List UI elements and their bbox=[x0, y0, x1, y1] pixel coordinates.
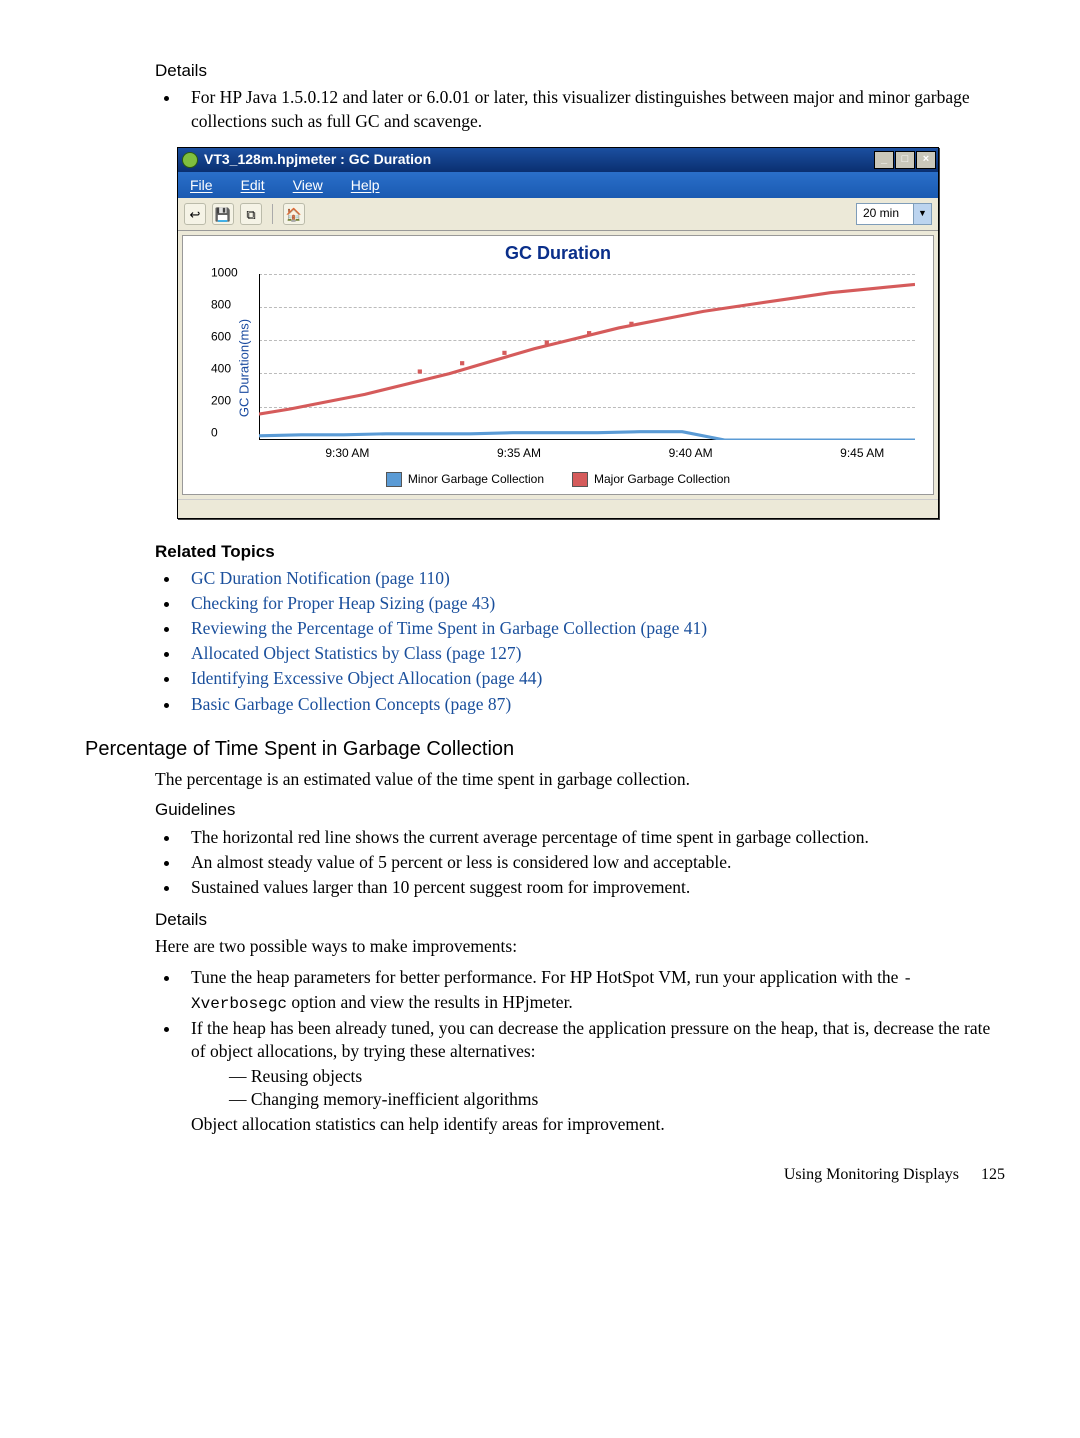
y-tick: 1000 bbox=[211, 265, 238, 281]
minor-gc-series bbox=[259, 432, 915, 440]
y-tick: 800 bbox=[211, 297, 231, 313]
chart-svg bbox=[259, 274, 915, 440]
x-tick: 9:30 AM bbox=[325, 446, 369, 462]
guideline-item: An almost steady value of 5 percent or l… bbox=[181, 851, 1005, 874]
time-range-value: 20 min bbox=[857, 204, 913, 224]
page-number: 125 bbox=[981, 1166, 1005, 1183]
guideline-item: The horizontal red line shows the curren… bbox=[181, 826, 1005, 849]
details-closing: Object allocation statistics can help id… bbox=[191, 1114, 665, 1134]
legend-minor: Minor Garbage Collection bbox=[386, 472, 544, 488]
window-title: VT3_128m.hpjmeter : GC Duration bbox=[204, 150, 431, 168]
related-link[interactable]: Checking for Proper Heap Sizing (page 43… bbox=[191, 593, 495, 613]
maximize-button[interactable]: □ bbox=[895, 151, 915, 169]
x-tick: 9:40 AM bbox=[669, 446, 713, 462]
chart-title: GC Duration bbox=[191, 242, 925, 266]
y-tick: 200 bbox=[211, 393, 231, 409]
x-tick: 9:35 AM bbox=[497, 446, 541, 462]
save-icon[interactable]: 💾 bbox=[212, 203, 234, 225]
details-item: If the heap has been already tuned, you … bbox=[181, 1017, 1005, 1136]
related-link-item: Reviewing the Percentage of Time Spent i… bbox=[181, 617, 1005, 640]
time-range-select[interactable]: 20 min ▼ bbox=[856, 203, 932, 225]
details-sublist: Reusing objects Changing memory-ineffici… bbox=[191, 1065, 1005, 1111]
chart-plot: GC Duration(ms) 1000 800 600 400 200 0 bbox=[255, 268, 915, 468]
section-heading-percentage: Percentage of Time Spent in Garbage Coll… bbox=[85, 736, 1005, 762]
related-link-item: GC Duration Notification (page 110) bbox=[181, 567, 1005, 590]
chevron-down-icon: ▼ bbox=[913, 204, 931, 224]
details-subitem: Reusing objects bbox=[229, 1065, 1005, 1088]
y-tick: 400 bbox=[211, 361, 231, 377]
major-gc-series bbox=[259, 284, 915, 414]
details-intro-2: Here are two possible ways to make impro… bbox=[155, 935, 1005, 958]
y-tick: 600 bbox=[211, 329, 231, 345]
copy-icon[interactable]: ⧉ bbox=[240, 203, 262, 225]
y-tick: 0 bbox=[211, 425, 218, 441]
x-tick: 9:45 AM bbox=[840, 446, 884, 462]
footer-text: Using Monitoring Displays bbox=[784, 1166, 959, 1183]
page-footer: Using Monitoring Displays 125 bbox=[85, 1164, 1005, 1185]
toolbar: ↩ 💾 ⧉ 🏠 20 min ▼ bbox=[178, 198, 938, 231]
menu-bar: File Edit View Help bbox=[178, 172, 938, 198]
related-link[interactable]: Basic Garbage Collection Concepts (page … bbox=[191, 694, 511, 714]
y-axis-label: GC Duration(ms) bbox=[236, 319, 253, 417]
home-icon[interactable]: 🏠 bbox=[283, 203, 305, 225]
gc-duration-window: VT3_128m.hpjmeter : GC Duration _ □ × Fi… bbox=[177, 147, 939, 519]
related-link-item: Checking for Proper Heap Sizing (page 43… bbox=[181, 592, 1005, 615]
guideline-item: Sustained values larger than 10 percent … bbox=[181, 876, 1005, 899]
related-topics-heading: Related Topics bbox=[155, 541, 1005, 563]
menu-view[interactable]: View bbox=[293, 176, 323, 194]
related-link[interactable]: Reviewing the Percentage of Time Spent i… bbox=[191, 618, 707, 638]
minimize-button[interactable]: _ bbox=[874, 151, 894, 169]
menu-help[interactable]: Help bbox=[351, 176, 380, 194]
details-item: Tune the heap parameters for better perf… bbox=[181, 966, 1005, 1014]
details-bullet: For HP Java 1.5.0.12 and later or 6.0.01… bbox=[181, 86, 1005, 132]
guidelines-list: The horizontal red line shows the curren… bbox=[155, 826, 1005, 899]
details-heading-1: Details bbox=[155, 60, 1005, 82]
app-icon bbox=[182, 152, 198, 168]
guidelines-heading: Guidelines bbox=[155, 799, 1005, 821]
related-link-item: Basic Garbage Collection Concepts (page … bbox=[181, 693, 1005, 716]
back-icon[interactable]: ↩ bbox=[184, 203, 206, 225]
related-link[interactable]: Allocated Object Statistics by Class (pa… bbox=[191, 643, 521, 663]
details-heading-2: Details bbox=[155, 909, 1005, 931]
menu-file[interactable]: File bbox=[190, 176, 213, 194]
menu-edit[interactable]: Edit bbox=[241, 176, 265, 194]
legend-major: Major Garbage Collection bbox=[572, 472, 730, 488]
window-titlebar: VT3_128m.hpjmeter : GC Duration _ □ × bbox=[178, 148, 938, 172]
related-topics-list: GC Duration Notification (page 110) Chec… bbox=[155, 567, 1005, 716]
related-link-item: Identifying Excessive Object Allocation … bbox=[181, 667, 1005, 690]
details-list-1: For HP Java 1.5.0.12 and later or 6.0.01… bbox=[155, 86, 1005, 132]
chart-legend: Minor Garbage Collection Major Garbage C… bbox=[191, 468, 925, 490]
related-link[interactable]: GC Duration Notification (page 110) bbox=[191, 568, 450, 588]
related-link-item: Allocated Object Statistics by Class (pa… bbox=[181, 642, 1005, 665]
chart-panel: GC Duration GC Duration(ms) 1000 800 600… bbox=[182, 235, 934, 495]
status-bar bbox=[178, 499, 938, 518]
related-link[interactable]: Identifying Excessive Object Allocation … bbox=[191, 668, 542, 688]
details-list-2: Tune the heap parameters for better perf… bbox=[155, 966, 1005, 1136]
close-button[interactable]: × bbox=[916, 151, 936, 169]
section-intro: The percentage is an estimated value of … bbox=[155, 768, 1005, 791]
details-subitem: Changing memory-inefficient algorithms bbox=[229, 1088, 1005, 1111]
